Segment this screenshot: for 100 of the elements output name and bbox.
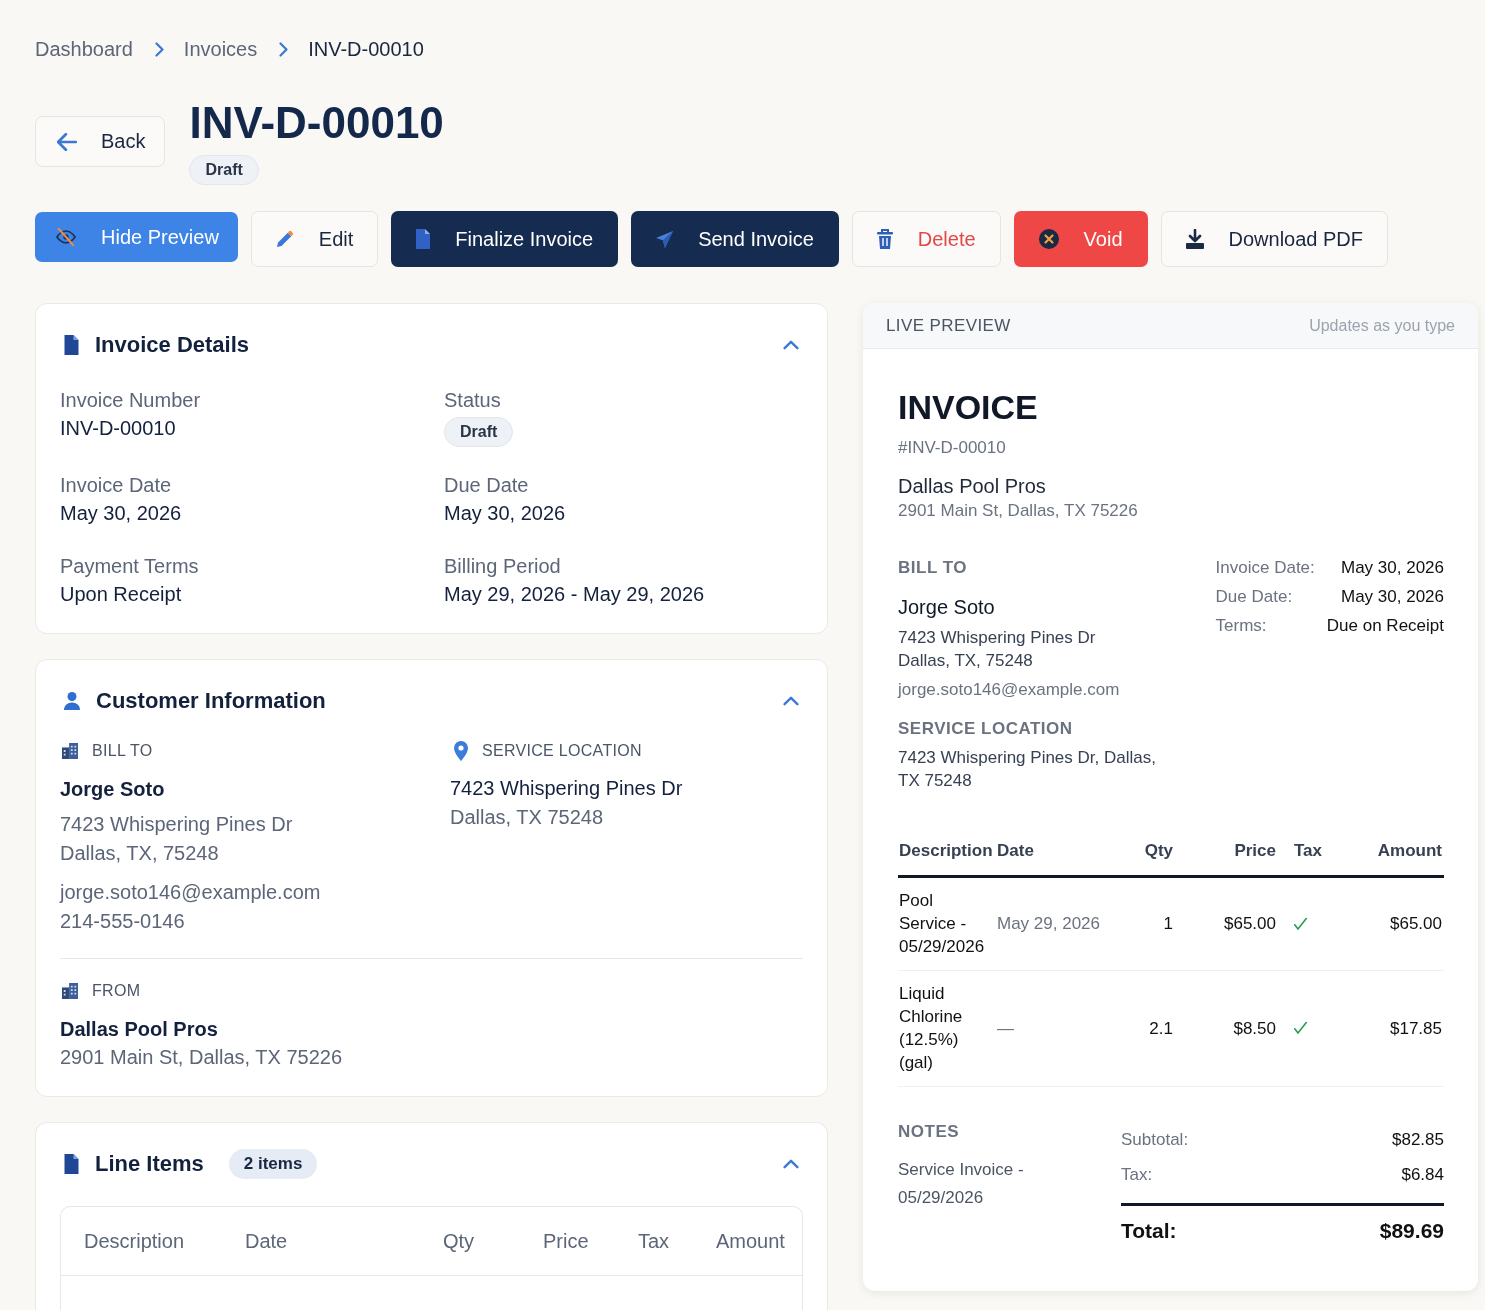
section-heading: FROM: [92, 981, 141, 1001]
table-cell: Liquid Chlorine (12.5%) (gal): [898, 970, 997, 1087]
chevron-up-icon[interactable]: [783, 1159, 799, 1169]
table-cell: Pool Service - 05/29/2026: [898, 876, 997, 971]
table-cell: 2.1: [1117, 970, 1173, 1087]
field-value: May 29, 2026 - May 29, 2026: [444, 582, 705, 607]
section-heading: NOTES: [898, 1122, 961, 1142]
customer-name: Jorge Soto: [60, 777, 166, 802]
email-text: jorge.soto146@example.com: [898, 679, 1121, 701]
section-heading: SERVICE LOCATION: [898, 719, 1074, 739]
card-title: Invoice Details: [95, 332, 250, 358]
pencil-icon: [275, 230, 294, 248]
chevron-right-icon: [154, 41, 164, 57]
meta-label: Terms:: [1215, 615, 1268, 637]
card-title: Line Items: [95, 1151, 204, 1177]
void-button[interactable]: Void: [1013, 211, 1148, 267]
column-header: Tax: [638, 1229, 671, 1253]
service-address: 7423 Whispering Pines Dr, Dallas, TX 75248: [898, 747, 1157, 792]
breadcrumb-current: INV-D-00010: [308, 37, 424, 62]
total-value: $6.84: [1401, 1164, 1444, 1185]
column-header: Qty: [1117, 841, 1173, 877]
column-header: Price: [1173, 841, 1276, 877]
total-value: $89.69: [1379, 1219, 1444, 1243]
meta-value: May 30, 2026: [1340, 557, 1444, 579]
column-header: Qty: [443, 1229, 476, 1253]
column-header: Description: [898, 841, 997, 877]
trash-icon: [876, 229, 893, 249]
chevron-right-icon: [279, 41, 289, 57]
finalize-button[interactable]: Finalize Invoice: [391, 211, 619, 267]
meta-value: Due on Receipt: [1326, 615, 1444, 637]
preview-label: LIVE PREVIEW: [886, 315, 1011, 336]
field-label: Invoice Date: [60, 473, 172, 498]
table-cell: May 29, 2026: [997, 876, 1117, 971]
meta-label: Due Date:: [1215, 586, 1294, 608]
document-icon: [416, 229, 431, 249]
address-line: Dallas, TX, 75248: [898, 650, 1034, 672]
document-icon: [64, 335, 79, 355]
customer-name: Jorge Soto: [898, 595, 996, 619]
company-name: Dallas Pool Pros: [898, 474, 1047, 498]
chevron-up-icon[interactable]: [783, 340, 799, 350]
table-cell: $65.00: [1340, 876, 1444, 971]
column-header: Amount: [1340, 841, 1444, 877]
address-line: 7423 Whispering Pines Dr: [898, 627, 1097, 649]
column-header: Date: [997, 841, 1117, 877]
location-pin-icon: [454, 741, 468, 761]
table-cell: 1: [1117, 876, 1173, 971]
back-button[interactable]: Back: [35, 116, 166, 167]
total-value: $82.85: [1392, 1129, 1444, 1150]
person-icon: [64, 692, 80, 710]
item-count-badge: 2 items: [228, 1149, 318, 1179]
section-heading: BILL TO: [898, 558, 968, 578]
total-label: Subtotal:: [1121, 1129, 1189, 1150]
chevron-up-icon[interactable]: [783, 696, 799, 706]
table-cell: $65.00: [1173, 876, 1276, 971]
download-button[interactable]: Download PDF: [1160, 211, 1389, 267]
field-label: Status: [444, 388, 501, 413]
document-icon: [64, 1154, 79, 1174]
column-header: Date: [245, 1229, 289, 1253]
meta-value: May 30, 2026: [1340, 586, 1444, 608]
section-heading: BILL TO: [92, 741, 153, 761]
company-address: 2901 Main St, Dallas, TX 75226: [898, 501, 1139, 521]
table-cell: —: [997, 970, 1117, 1087]
company-address: 2901 Main St, Dallas, TX 75226: [60, 1045, 344, 1070]
address-line: 7423 Whispering Pines Dr: [60, 812, 294, 837]
address-line: Dallas, TX, 75248: [60, 841, 220, 866]
address-line: 7423 Whispering Pines Dr: [450, 776, 684, 801]
breadcrumb-link[interactable]: Dashboard: [35, 36, 133, 62]
field-value: May 30, 2026: [60, 501, 182, 526]
section-heading: SERVICE LOCATION: [482, 741, 642, 761]
field-value: Upon Receipt: [60, 582, 182, 607]
column-header: Tax: [1276, 841, 1340, 877]
notes-text: Service Invoice - 05/29/2026: [898, 1159, 1025, 1209]
status-badge: Draft: [444, 417, 514, 447]
status-badge: Draft: [189, 155, 259, 185]
x-circle-icon: [1038, 229, 1059, 249]
field-label: Invoice Number: [60, 388, 201, 413]
table-cell: $8.50: [1173, 970, 1276, 1087]
address-line: Dallas, TX 75248: [450, 805, 605, 830]
meta-label: Invoice Date:: [1215, 557, 1315, 579]
field-label: Due Date: [444, 473, 529, 498]
delete-button[interactable]: Delete: [851, 211, 1001, 267]
download-icon: [1185, 229, 1204, 249]
hide-preview-button[interactable]: Hide Preview: [35, 212, 238, 262]
column-header: Description: [84, 1229, 186, 1253]
column-header: Amount: [716, 1229, 786, 1253]
field-label: Payment Terms: [60, 554, 199, 579]
edit-button[interactable]: Edit: [250, 211, 379, 267]
eye-slash-icon: [56, 228, 76, 246]
company-name: Dallas Pool Pros: [60, 1017, 219, 1042]
invoice-number: #INV-D-00010: [898, 438, 1007, 458]
breadcrumb-link[interactable]: Invoices: [183, 36, 258, 62]
paper-plane-icon: [656, 230, 674, 248]
arrow-left-icon: [57, 132, 77, 151]
total-label: Tax:: [1121, 1164, 1153, 1185]
invoice-heading: INVOICE: [898, 387, 1039, 427]
email-text: jorge.soto146@example.com: [60, 880, 322, 905]
total-label: Total:: [1121, 1219, 1177, 1243]
send-button[interactable]: Send Invoice: [631, 211, 839, 267]
card-title: Customer Information: [96, 688, 326, 714]
building-icon: [62, 983, 78, 999]
